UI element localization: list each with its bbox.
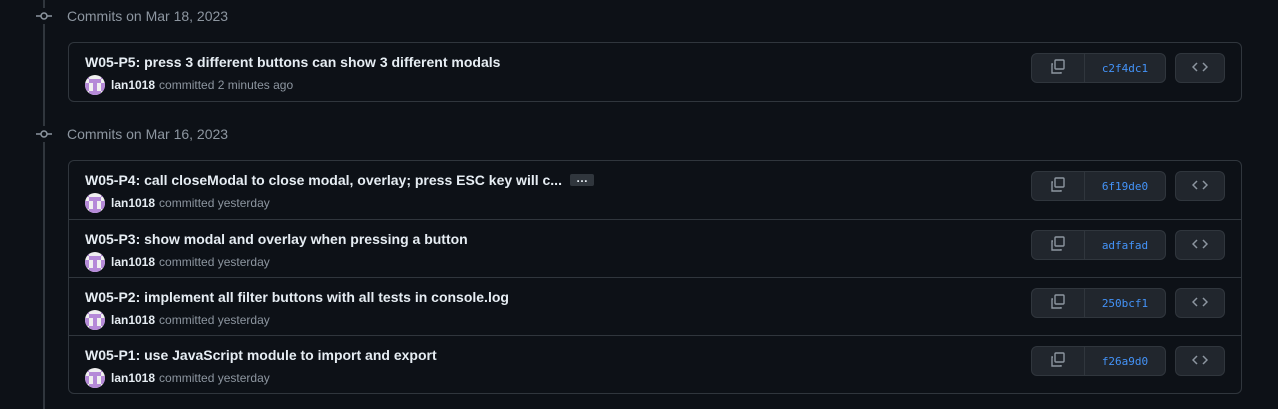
- relative-time: 2 minutes ago: [217, 78, 294, 92]
- commit-sha-link[interactable]: 250bcf1: [1085, 289, 1165, 317]
- commit-action: committed: [159, 255, 215, 269]
- author-link[interactable]: lan1018: [111, 255, 155, 269]
- author-link[interactable]: lan1018: [111, 371, 155, 385]
- copy-sha-button[interactable]: [1032, 54, 1085, 82]
- commit-row: W05-P1: use JavaScript module to import …: [69, 335, 1241, 393]
- commit-row: W05-P5: press 3 different buttons can sh…: [69, 43, 1241, 101]
- browse-repo-button[interactable]: [1175, 53, 1225, 83]
- commit-row: W05-P2: implement all filter buttons wit…: [69, 277, 1241, 335]
- code-icon: [1191, 59, 1209, 78]
- copy-sha-button[interactable]: [1032, 289, 1085, 317]
- avatar[interactable]: [85, 75, 105, 95]
- commit-sha-link[interactable]: 6f19de0: [1085, 172, 1165, 200]
- commit-row: W05-P4: call closeModal to close modal, …: [69, 161, 1241, 219]
- avatar[interactable]: [85, 252, 105, 272]
- timeline-line: [43, 0, 45, 409]
- author-link[interactable]: lan1018: [111, 78, 155, 92]
- commit-group-title: Commits on Mar 16, 2023: [67, 126, 229, 142]
- relative-time: yesterday: [217, 255, 270, 269]
- copy-sha-button[interactable]: [1032, 231, 1085, 259]
- browse-repo-button[interactable]: [1175, 171, 1225, 201]
- commit-message-link[interactable]: W05-P3: show modal and overlay when pres…: [85, 231, 468, 247]
- relative-time: yesterday: [217, 196, 270, 210]
- commit-message-link[interactable]: W05-P2: implement all filter buttons wit…: [85, 289, 509, 305]
- relative-time: yesterday: [217, 371, 270, 385]
- author-link[interactable]: lan1018: [111, 196, 155, 210]
- avatar[interactable]: [85, 310, 105, 330]
- commit-sha-link[interactable]: c2f4dc1: [1085, 54, 1165, 82]
- commit-list: W05-P5: press 3 different buttons can sh…: [68, 42, 1242, 102]
- commit-sha-link[interactable]: adfafad: [1085, 231, 1165, 259]
- browse-repo-button[interactable]: [1175, 346, 1225, 376]
- commit-message-link[interactable]: W05-P1: use JavaScript module to import …: [85, 347, 437, 363]
- browse-repo-button[interactable]: [1175, 230, 1225, 260]
- browse-repo-button[interactable]: [1175, 288, 1225, 318]
- avatar[interactable]: [85, 368, 105, 388]
- copy-sha-button[interactable]: [1032, 172, 1085, 200]
- code-icon: [1191, 352, 1209, 371]
- commit-action: committed: [159, 196, 215, 210]
- code-icon: [1191, 177, 1209, 196]
- relative-time: yesterday: [217, 313, 270, 327]
- author-link[interactable]: lan1018: [111, 313, 155, 327]
- commit-message-link[interactable]: W05-P5: press 3 different buttons can sh…: [85, 54, 500, 70]
- copy-sha-button[interactable]: [1032, 347, 1085, 375]
- copy-icon: [1050, 293, 1066, 313]
- expand-message-button[interactable]: …: [569, 172, 594, 186]
- commit-row: W05-P3: show modal and overlay when pres…: [69, 219, 1241, 277]
- commit-action: committed: [159, 371, 215, 385]
- copy-icon: [1050, 235, 1066, 255]
- commit-message-link[interactable]: W05-P4: call closeModal to close modal, …: [85, 172, 562, 188]
- commit-sha-link[interactable]: f26a9d0: [1085, 347, 1165, 375]
- git-commit-icon: [36, 8, 52, 24]
- copy-icon: [1050, 351, 1066, 371]
- avatar[interactable]: [85, 193, 105, 213]
- code-icon: [1191, 236, 1209, 255]
- git-commit-icon: [36, 126, 52, 142]
- commit-action: committed: [159, 313, 215, 327]
- commit-list: W05-P4: call closeModal to close modal, …: [68, 160, 1242, 394]
- copy-icon: [1050, 58, 1066, 78]
- commit-group-title: Commits on Mar 18, 2023: [67, 8, 229, 24]
- code-icon: [1191, 294, 1209, 313]
- copy-icon: [1050, 176, 1066, 196]
- commit-action: committed: [159, 78, 215, 92]
